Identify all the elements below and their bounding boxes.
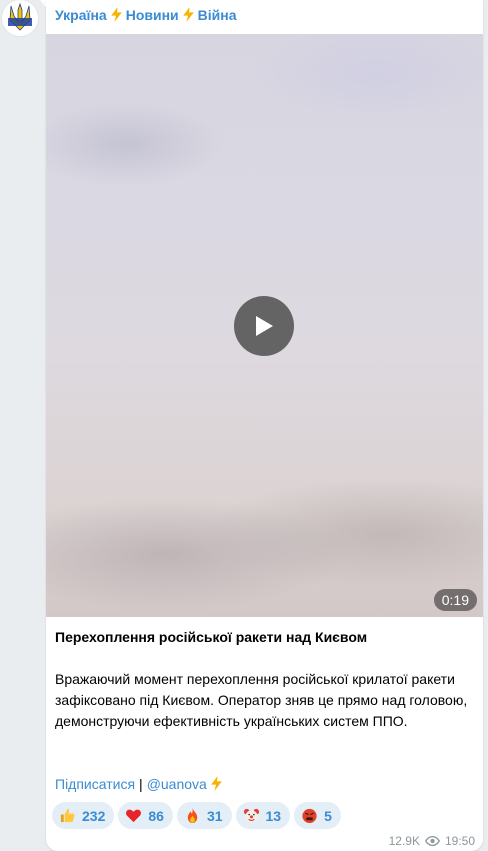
lightning-icon	[182, 7, 194, 22]
reaction-count: 31	[206, 807, 223, 824]
message-time: 19:50	[444, 834, 475, 848]
reaction-count: 5	[324, 807, 332, 824]
fire-icon	[187, 807, 198, 824]
message-meta: 12.9K 19:50	[389, 834, 475, 848]
clown-face-icon	[243, 808, 259, 823]
lightning-icon	[110, 7, 122, 22]
lightning-icon	[211, 776, 222, 791]
handle-link[interactable]: @uanova	[147, 776, 207, 792]
reaction-fire[interactable]: 31	[176, 802, 232, 829]
post-body: Вражаючий момент перехоплення російської…	[55, 671, 468, 729]
video-duration: 0:19	[433, 589, 477, 611]
channel-name-part-3: Війна	[197, 6, 237, 23]
channel-name-part-2: Новини	[125, 6, 179, 23]
angry-face-icon	[302, 808, 317, 824]
thumbs-up-icon	[60, 808, 75, 823]
post-title: Перехоплення російської ракети над Києво…	[55, 629, 368, 645]
message-bubble: Україна Новини Війна 0:19 Перехоплення р…	[46, 0, 483, 851]
channel-name[interactable]: Україна Новини Війна	[55, 6, 237, 23]
reaction-count: 86	[148, 807, 164, 824]
trident-logo-icon	[2, 0, 38, 36]
channel-name-part-1: Україна	[55, 6, 107, 23]
reaction-count: 232	[82, 807, 106, 824]
post-links: Підписатися | @uanova	[55, 775, 226, 792]
eye-icon	[425, 836, 440, 846]
reactions-bar: 232 86 31 13 5	[52, 802, 341, 829]
reaction-heart[interactable]: 86	[118, 802, 173, 829]
view-count: 12.9K	[388, 834, 420, 848]
play-icon	[256, 316, 273, 336]
reaction-count: 13	[265, 807, 282, 824]
play-button[interactable]	[234, 296, 294, 356]
subscribe-link[interactable]: Підписатися	[55, 776, 135, 792]
reaction-clown[interactable]: 13	[235, 802, 291, 829]
reaction-angry[interactable]: 5	[294, 802, 341, 829]
video-player[interactable]: 0:19	[46, 34, 483, 617]
heart-icon	[126, 809, 142, 823]
reaction-thumbs-up[interactable]: 232	[52, 802, 115, 829]
channel-avatar[interactable]	[2, 0, 38, 36]
link-separator: |	[139, 775, 143, 792]
